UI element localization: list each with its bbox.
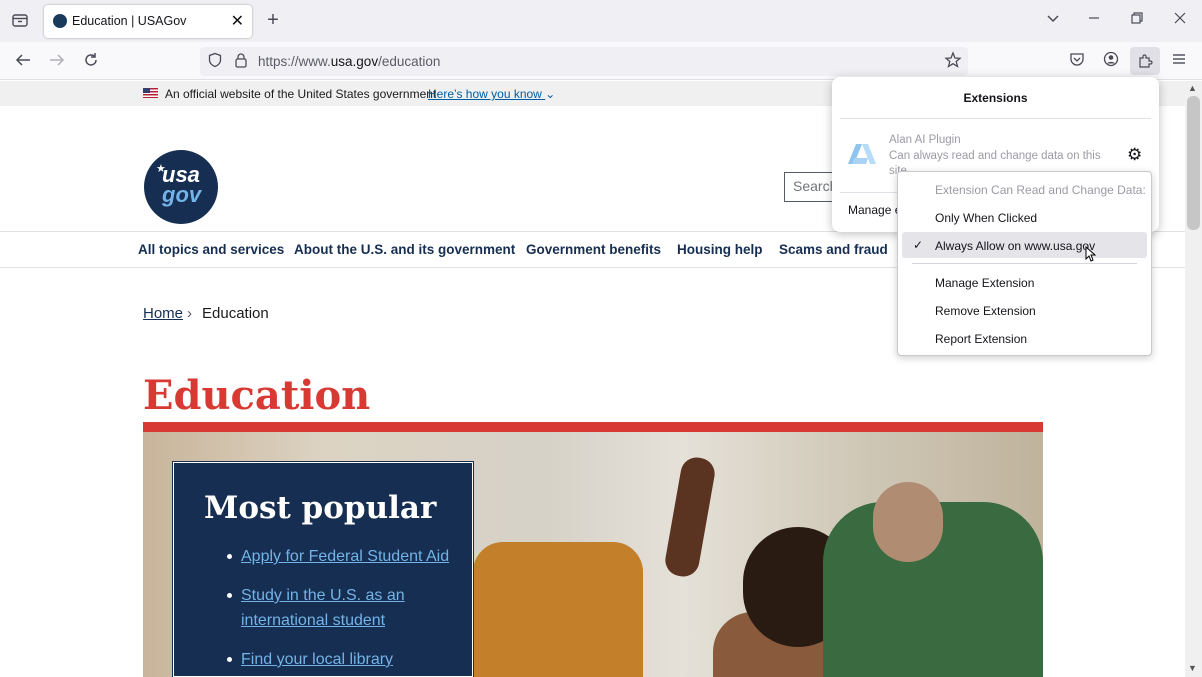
list-bullet — [227, 657, 232, 662]
us-flag-icon — [143, 88, 158, 98]
link-study-in-us-line2[interactable]: international student — [241, 608, 385, 633]
scrollbar-thumb[interactable] — [1187, 96, 1200, 230]
tab-close-icon[interactable]: ✕ — [231, 11, 244, 31]
checkmark-icon: ✓ — [913, 238, 924, 252]
restore-icon[interactable] — [1127, 11, 1147, 31]
close-window-icon[interactable] — [1170, 11, 1190, 31]
url-text[interactable]: https://www.usa.gov/education — [258, 54, 440, 69]
raised-hand-shape — [662, 454, 718, 580]
nav-housing-help[interactable]: Housing help — [677, 242, 763, 257]
page-title: Education — [143, 372, 371, 419]
nav-scams-and-fraud[interactable]: Scams and fraud — [779, 242, 888, 257]
bookmark-star-icon[interactable] — [943, 51, 963, 71]
menu-item-report-extension[interactable]: Report Extension — [935, 332, 1027, 346]
browser-tab[interactable]: Education | USAGov ✕ — [44, 5, 252, 38]
back-icon[interactable] — [13, 51, 33, 71]
puzzle-icon — [1139, 54, 1153, 68]
usagov-favicon-icon — [53, 14, 67, 28]
breadcrumb-current: Education — [202, 305, 269, 322]
list-bullet — [227, 593, 232, 598]
list-all-tabs-icon[interactable] — [1043, 11, 1063, 31]
link-federal-student-aid[interactable]: Apply for Federal Student Aid — [241, 544, 449, 569]
reload-icon[interactable] — [81, 51, 101, 71]
alan-ai-logo-icon — [848, 144, 876, 164]
menu-header: Extension Can Read and Change Data: — [935, 183, 1146, 197]
menu-item-always-allow[interactable]: Always Allow on www.usa.gov — [935, 239, 1095, 253]
student-shape — [473, 542, 643, 677]
chevron-down-icon: ⌄ — [545, 87, 556, 101]
list-bullet — [227, 554, 232, 559]
pocket-icon[interactable] — [1067, 51, 1087, 71]
hamburger-menu-icon[interactable] — [1169, 51, 1189, 71]
usagov-logo[interactable]: usa gov ★ — [144, 150, 218, 224]
lock-icon[interactable] — [231, 52, 251, 72]
menu-item-only-when-clicked[interactable]: Only When Clicked — [935, 211, 1037, 225]
nav-about-us-government[interactable]: About the U.S. and its government — [294, 242, 515, 257]
account-icon[interactable] — [1101, 51, 1121, 71]
heres-how-you-know-link[interactable]: Here’s how you know ⌄ — [428, 87, 555, 101]
breadcrumb-separator: › — [187, 305, 192, 322]
shield-icon[interactable] — [205, 52, 225, 72]
link-study-in-us[interactable]: Study in the U.S. as an — [241, 583, 405, 608]
student-shape — [873, 482, 943, 562]
menu-item-remove-extension[interactable]: Remove Extension — [935, 304, 1036, 318]
star-icon: ★ — [156, 163, 166, 175]
extensions-panel-title: Extensions — [963, 91, 1028, 105]
new-tab-button[interactable]: + — [262, 10, 284, 32]
title-accent-bar — [143, 422, 1043, 432]
menu-item-manage-extension[interactable]: Manage Extension — [935, 276, 1034, 290]
minimize-icon[interactable] — [1084, 11, 1104, 31]
nav-all-topics[interactable]: All topics and services — [138, 242, 284, 257]
gear-icon[interactable]: ⚙ — [1127, 145, 1142, 165]
logo-gov-text: gov — [162, 182, 202, 207]
menu-separator — [912, 263, 1137, 264]
tab-list-icon[interactable] — [10, 11, 30, 31]
most-popular-title: Most popular — [204, 490, 437, 526]
breadcrumb-home-link[interactable]: Home — [143, 305, 183, 322]
link-local-library[interactable]: Find your local library — [241, 647, 393, 672]
scroll-up-icon[interactable]: ▲ — [1188, 83, 1197, 93]
tab-title: Education | USAGov — [72, 14, 187, 28]
banner-text: An official website of the United States… — [165, 87, 437, 101]
panel-divider — [840, 118, 1151, 119]
extension-name[interactable]: Alan AI Plugin — [889, 134, 961, 146]
nav-government-benefits[interactable]: Government benefits — [526, 242, 661, 257]
forward-icon[interactable] — [47, 51, 67, 71]
extensions-button[interactable] — [1130, 47, 1160, 75]
scroll-down-icon[interactable]: ▼ — [1188, 663, 1197, 673]
manage-extensions-link[interactable]: Manage e — [848, 203, 901, 217]
